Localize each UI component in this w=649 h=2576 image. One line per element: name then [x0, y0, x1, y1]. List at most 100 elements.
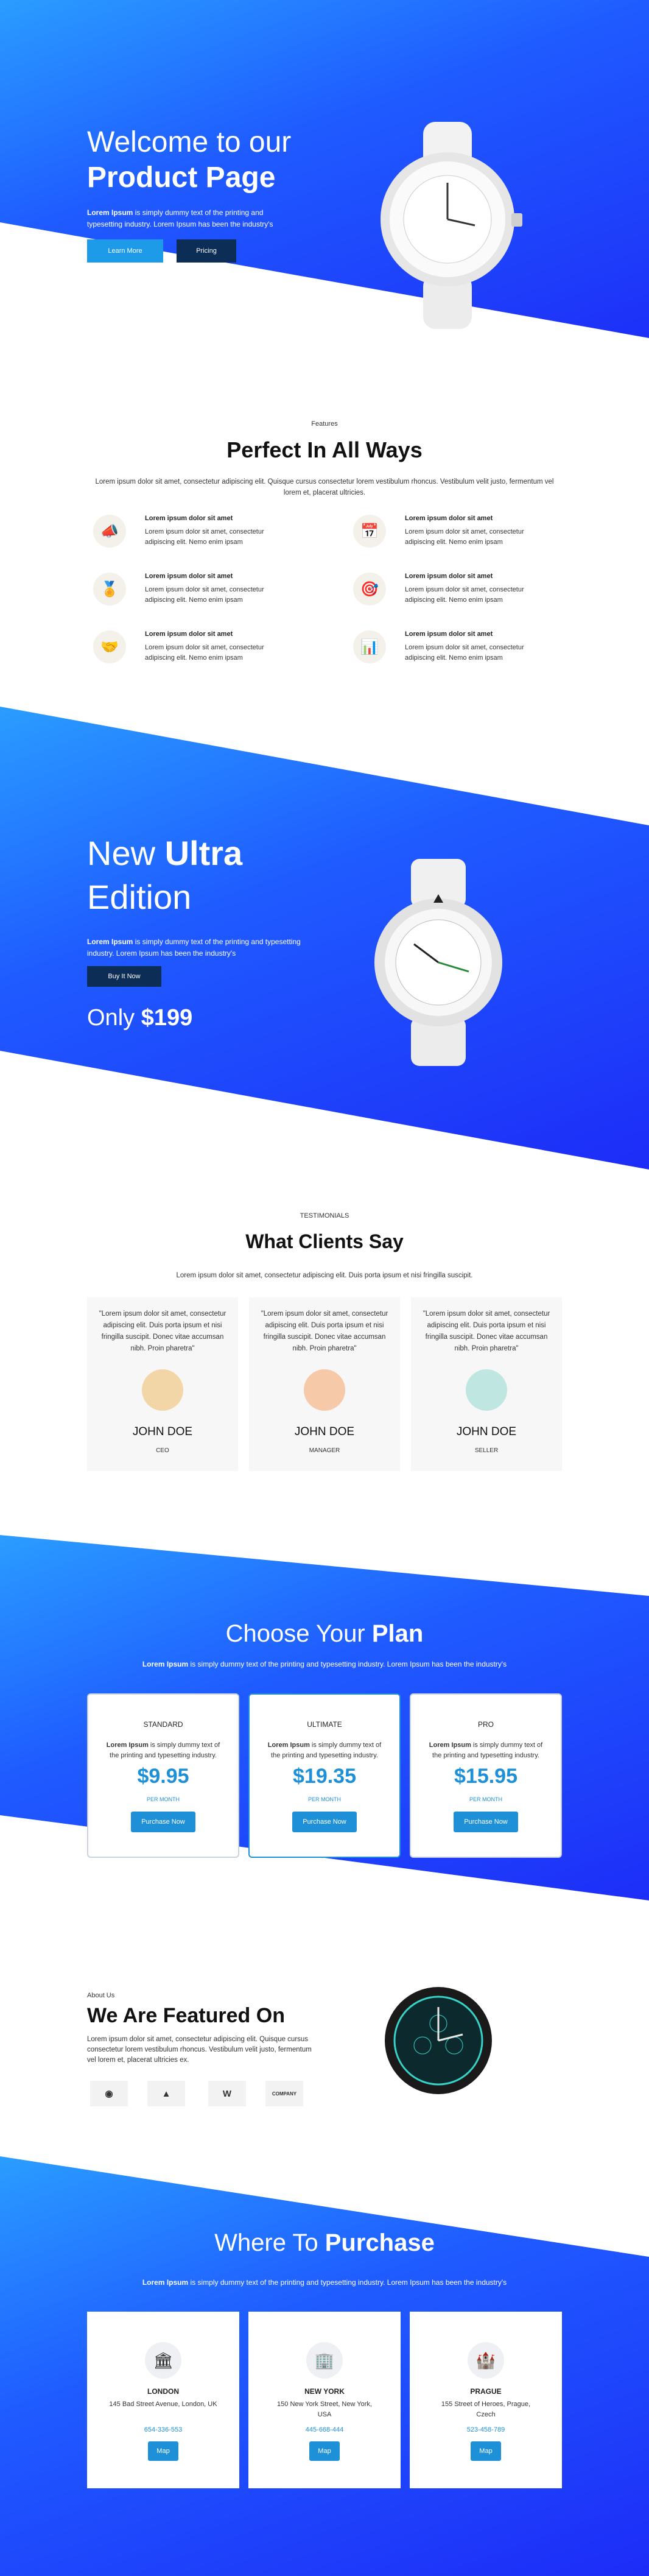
price-label: Only	[87, 1005, 141, 1031]
location-phone: 523-458-789	[466, 2426, 505, 2433]
ultra-watch-image	[374, 859, 502, 1066]
plan-period: PER MONTH	[308, 1796, 341, 1802]
feature-text: Lorem ipsum dolor sit amet, consectetur …	[145, 586, 264, 604]
feature-item: 🤝 Lorem ipsum dolor sit amet Lorem ipsum…	[87, 630, 306, 679]
feature-title: Lorem ipsum dolor sit amet	[405, 515, 493, 522]
location-card-prague: 🏰 PRAGUE 155 Street of Heroes, Prague, C…	[410, 2312, 562, 2488]
handshake-icon: 🤝	[93, 630, 126, 663]
plan-name: STANDARD	[143, 1720, 183, 1729]
partner-logo: ◉	[90, 2081, 128, 2106]
testimonial-role: CEO	[156, 1447, 169, 1454]
pricing-button[interactable]: Pricing	[177, 239, 236, 263]
ultra-text: Lorem Ipsum is simply dummy text of the …	[87, 936, 306, 959]
feature-item: 📣 Lorem ipsum dolor sit amet Lorem ipsum…	[87, 515, 306, 563]
hero-title: Welcome to our Product Page	[87, 125, 291, 196]
hero-text: Lorem Ipsum is simply dummy text of the …	[87, 207, 288, 230]
ultra-title-new: New	[87, 834, 165, 872]
locations-title-light: Where To	[214, 2229, 325, 2256]
ultra-title-ultra: Ultra	[164, 834, 243, 872]
testimonial-name: JOHN DOE	[294, 1425, 355, 1438]
testimonial-quote: "Lorem ipsum dolor sit amet, consectetur…	[423, 1310, 550, 1352]
location-address: 150 New York Street, New York, USA	[277, 2401, 372, 2418]
partner-logo: ▲	[147, 2081, 185, 2106]
testimonials-label: TESTIMONIALS	[300, 1212, 349, 1219]
buy-now-button[interactable]: Buy It Now	[87, 966, 161, 987]
feature-item: 🏅 Lorem ipsum dolor sit amet Lorem ipsum…	[87, 573, 306, 621]
location-city: PRAGUE	[470, 2387, 502, 2396]
map-button[interactable]: Map	[471, 2441, 501, 2461]
pricing-section: Choose Your Plan Lorem Ipsum is simply d…	[0, 1535, 649, 1913]
feature-title: Lorem ipsum dolor sit amet	[405, 573, 493, 580]
locations-title-bold: Purchase	[324, 2229, 435, 2256]
hero-watch-image	[381, 122, 522, 329]
testimonial-card: "Lorem ipsum dolor sit amet, consectetur…	[87, 1297, 238, 1471]
building-icon: 🏛	[145, 2342, 181, 2379]
plan-period: PER MONTH	[147, 1796, 180, 1802]
price-value: $199	[141, 1005, 193, 1031]
location-phone: 445-668-444	[305, 2426, 344, 2433]
hero-title-light: Welcome to our	[87, 126, 292, 158]
plan-desc-bold: Lorem Ipsum	[429, 1741, 471, 1749]
feature-title: Lorem ipsum dolor sit amet	[145, 515, 233, 522]
plan-desc-bold: Lorem Ipsum	[106, 1741, 149, 1749]
locations-desc-bold: Lorem Ipsum	[142, 2278, 189, 2287]
purchase-now-button[interactable]: Purchase Now	[454, 1812, 518, 1832]
location-address: 145 Bad Street Avenue, London, UK	[109, 2401, 217, 2408]
locations-title: Where To Purchase	[0, 2229, 649, 2257]
feature-text: Lorem ipsum dolor sit amet, consectetur …	[405, 528, 524, 546]
pricing-title-light: Choose Your	[225, 1620, 372, 1647]
plan-price: $9.95	[137, 1765, 189, 1788]
feature-text: Lorem ipsum dolor sit amet, consectetur …	[145, 528, 264, 546]
about-title: We Are Featured On	[87, 2004, 285, 2027]
purchase-now-button[interactable]: Purchase Now	[292, 1812, 357, 1832]
pricing-description: Lorem Ipsum is simply dummy text of the …	[0, 1660, 649, 1668]
testimonial-quote: "Lorem ipsum dolor sit amet, consectetur…	[99, 1310, 226, 1352]
plan-period: PER MONTH	[469, 1796, 502, 1802]
avatar	[304, 1369, 345, 1411]
partner-logo: COMPANY	[265, 2081, 303, 2106]
hero-section: Welcome to our Product Page Lorem Ipsum …	[0, 0, 649, 365]
testimonials-title: What Clients Say	[245, 1230, 404, 1252]
plan-name: PRO	[477, 1720, 494, 1729]
locations-description: Lorem Ipsum is simply dummy text of the …	[0, 2278, 649, 2287]
pricing-desc-body: is simply dummy text of the printing and…	[188, 1660, 507, 1668]
avatar	[466, 1369, 507, 1411]
feature-title: Lorem ipsum dolor sit amet	[145, 630, 233, 638]
map-button[interactable]: Map	[148, 2441, 178, 2461]
ultra-price: Only $199	[87, 1005, 192, 1031]
megaphone-icon: 📣	[93, 515, 126, 548]
feature-item: 📅 Lorem ipsum dolor sit amet Lorem ipsum…	[347, 515, 566, 563]
building-icon: 🏰	[468, 2342, 504, 2379]
pricing-title-bold: Plan	[371, 1620, 424, 1647]
avatar	[142, 1369, 183, 1411]
hero-text-bold: Lorem Ipsum	[87, 208, 133, 217]
location-phone: 654-336-553	[144, 2426, 183, 2433]
testimonial-role: MANAGER	[309, 1447, 340, 1454]
location-city: NEW YORK	[304, 2387, 345, 2396]
testimonial-card: "Lorem ipsum dolor sit amet, consectetur…	[411, 1297, 562, 1471]
location-city: LONDON	[147, 2387, 179, 2396]
feature-text: Lorem ipsum dolor sit amet, consectetur …	[145, 644, 264, 662]
ultra-edition-section: New Ultra Edition Lorem Ipsum is simply …	[0, 707, 649, 1170]
where-to-purchase-section: Where To Purchase Lorem Ipsum is simply …	[0, 2156, 649, 2576]
testimonial-card: "Lorem ipsum dolor sit amet, consectetur…	[249, 1297, 400, 1471]
map-button[interactable]: Map	[309, 2441, 340, 2461]
testimonial-role: SELLER	[474, 1447, 499, 1454]
chart-board-icon: 📊	[353, 630, 386, 663]
partner-logo: W	[208, 2081, 246, 2106]
pricing-title: Choose Your Plan	[0, 1620, 649, 1648]
ultra-text-bold: Lorem Ipsum	[87, 937, 133, 946]
location-address: 155 Street of Heroes, Prague, Czech	[441, 2401, 531, 2418]
learn-more-button[interactable]: Learn More	[87, 239, 163, 263]
purchase-now-button[interactable]: Purchase Now	[131, 1812, 195, 1832]
feature-title: Lorem ipsum dolor sit amet	[405, 630, 493, 638]
plan-card-pro: PRO Lorem Ipsum is simply dummy text of …	[410, 1693, 562, 1858]
hero-title-bold: Product Page	[87, 161, 276, 194]
medal-icon: 🏅	[93, 573, 126, 605]
location-card-new-york: 🏢 NEW YORK 150 New York Street, New York…	[248, 2312, 401, 2488]
testimonials-section: TESTIMONIALS What Clients Say Lorem ipsu…	[0, 1170, 649, 1535]
about-description: Lorem ipsum dolor sit amet, consectetur …	[87, 2036, 312, 2064]
testimonial-quote: "Lorem ipsum dolor sit amet, consectetur…	[261, 1310, 388, 1352]
plan-desc-bold: Lorem Ipsum	[267, 1741, 310, 1749]
locations-desc-body: is simply dummy text of the printing and…	[188, 2278, 507, 2287]
